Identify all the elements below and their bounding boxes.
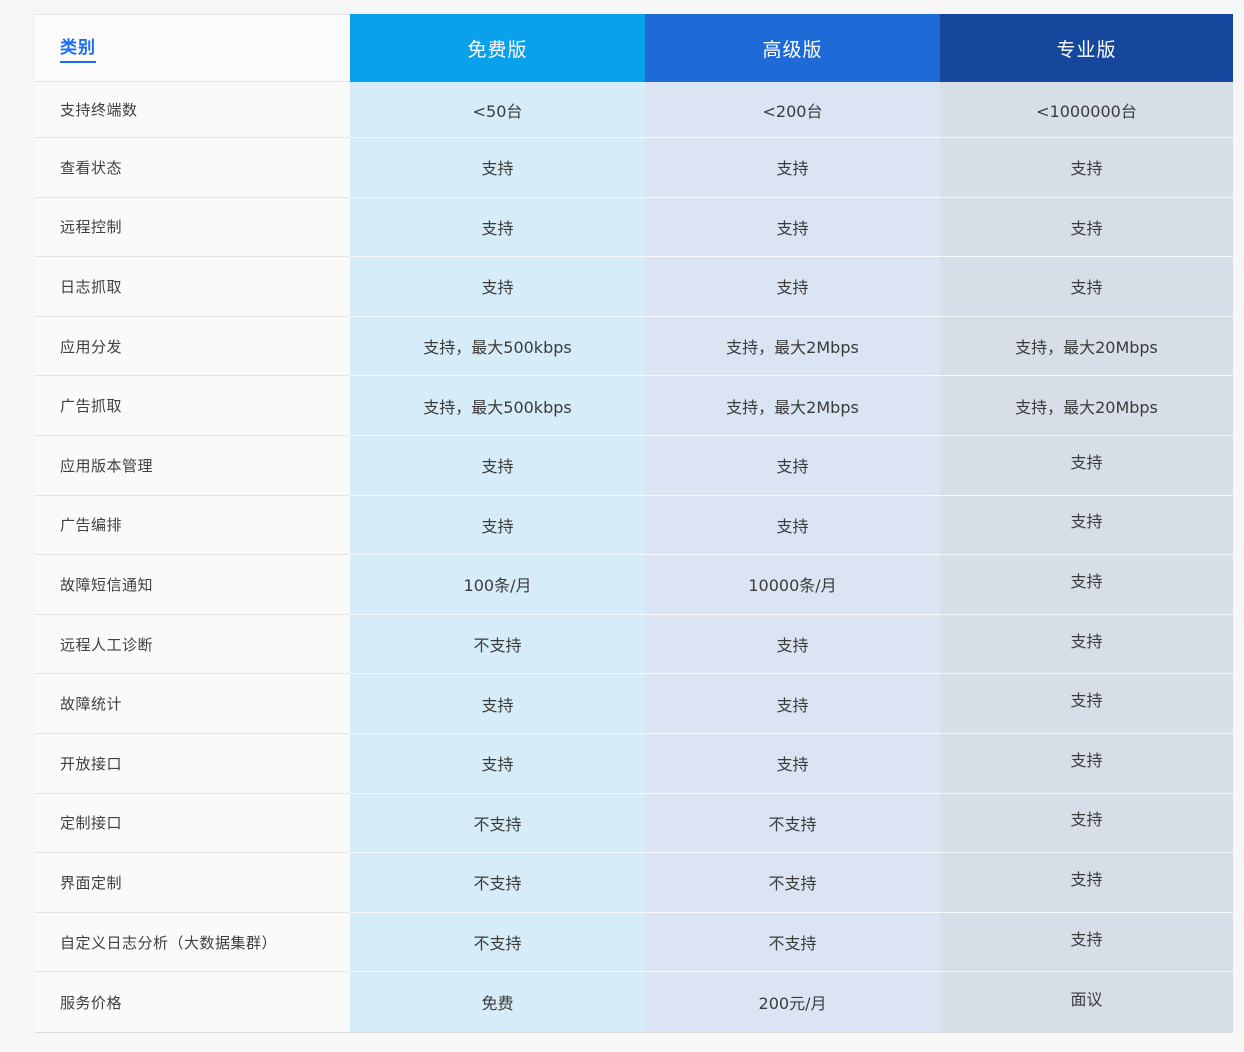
plan-value-premium: 支持，最大2Mbps xyxy=(645,376,940,436)
plan-value-professional: 支持 xyxy=(940,496,1233,556)
plan-value-professional: 支持 xyxy=(940,913,1233,973)
plan-value-free: 支持 xyxy=(350,138,645,198)
plan-value-professional: 支持 xyxy=(940,198,1233,258)
plan-value-free: 支持，最大500kbps xyxy=(350,376,645,436)
plan-value-premium: 支持 xyxy=(645,138,940,198)
feature-label: 广告编排 xyxy=(35,496,350,556)
plan-value-premium: 支持 xyxy=(645,615,940,675)
plan-value-premium: 支持 xyxy=(645,496,940,556)
plan-value-professional: 支持，最大20Mbps xyxy=(940,317,1233,377)
plan-value-free: <50台 xyxy=(350,82,645,138)
plan-value-premium: 200元/月 xyxy=(645,972,940,1032)
plan-value-premium: 支持 xyxy=(645,436,940,496)
plan-value-free: 免费 xyxy=(350,972,645,1032)
plan-value-premium: 支持 xyxy=(645,198,940,258)
plan-value-professional: 支持 xyxy=(940,138,1233,198)
plan-value-professional: 支持，最大20Mbps xyxy=(940,376,1233,436)
table-row: 服务价格 免费 200元/月 面议 xyxy=(35,972,1233,1032)
feature-label: 自定义日志分析（大数据集群） xyxy=(35,913,350,973)
plan-value-premium: 支持，最大2Mbps xyxy=(645,317,940,377)
category-header-cell: 类别 xyxy=(35,14,350,82)
table-row: 远程控制 支持 支持 支持 xyxy=(35,198,1233,258)
feature-label: 界面定制 xyxy=(35,853,350,913)
feature-label: 支持终端数 xyxy=(35,82,350,138)
plan-value-premium: 支持 xyxy=(645,674,940,734)
plan-value-free: 支持 xyxy=(350,198,645,258)
table-row: 查看状态 支持 支持 支持 xyxy=(35,138,1233,198)
plan-value-free: 不支持 xyxy=(350,794,645,854)
plan-value-professional: 支持 xyxy=(940,555,1233,615)
plan-value-free: 支持 xyxy=(350,436,645,496)
plan-value-premium: 10000条/月 xyxy=(645,555,940,615)
table-row: 应用分发 支持，最大500kbps 支持，最大2Mbps 支持，最大20Mbps xyxy=(35,317,1233,377)
table-row: 定制接口 不支持 不支持 支持 xyxy=(35,794,1233,854)
plan-value-professional: 支持 xyxy=(940,436,1233,496)
plan-value-premium: 不支持 xyxy=(645,853,940,913)
plan-value-free: 支持 xyxy=(350,257,645,317)
plan-header-cell: 专业版 xyxy=(940,14,1233,82)
plan-value-free: 支持 xyxy=(350,496,645,556)
feature-label: 服务价格 xyxy=(35,972,350,1032)
feature-label: 定制接口 xyxy=(35,794,350,854)
plan-value-premium: <200台 xyxy=(645,82,940,138)
plan-value-professional: 支持 xyxy=(940,257,1233,317)
plan-value-premium: 支持 xyxy=(645,257,940,317)
table-row: 远程人工诊断 不支持 支持 支持 xyxy=(35,615,1233,675)
table-bottom-divider xyxy=(35,1032,1233,1033)
plan-value-free: 100条/月 xyxy=(350,555,645,615)
table-row: 广告编排 支持 支持 支持 xyxy=(35,496,1233,556)
table-header-row: 类别 免费版高级版专业版 xyxy=(35,14,1233,82)
plan-value-premium: 支持 xyxy=(645,734,940,794)
category-header-label: 类别 xyxy=(60,33,96,63)
table-row: 故障统计 支持 支持 支持 xyxy=(35,674,1233,734)
plan-value-professional: 面议 xyxy=(940,972,1233,1032)
feature-label: 应用版本管理 xyxy=(35,436,350,496)
plan-value-free: 不支持 xyxy=(350,853,645,913)
feature-label: 故障短信通知 xyxy=(35,555,350,615)
feature-label: 日志抓取 xyxy=(35,257,350,317)
plan-value-free: 支持 xyxy=(350,734,645,794)
plan-header-cell: 高级版 xyxy=(645,14,940,82)
feature-label: 广告抓取 xyxy=(35,376,350,436)
plan-value-professional: 支持 xyxy=(940,853,1233,913)
feature-label: 查看状态 xyxy=(35,138,350,198)
plan-value-free: 支持 xyxy=(350,674,645,734)
plan-value-free: 支持，最大500kbps xyxy=(350,317,645,377)
plan-header-cell: 免费版 xyxy=(350,14,645,82)
table-body: 支持终端数 <50台 <200台 <1000000台 查看状态 支持 支持 支持… xyxy=(35,82,1233,1032)
feature-label: 远程控制 xyxy=(35,198,350,258)
plan-value-professional: 支持 xyxy=(940,615,1233,675)
feature-label: 故障统计 xyxy=(35,674,350,734)
plan-value-free: 不支持 xyxy=(350,913,645,973)
table-row: 自定义日志分析（大数据集群） 不支持 不支持 支持 xyxy=(35,913,1233,973)
table-row: 应用版本管理 支持 支持 支持 xyxy=(35,436,1233,496)
plan-value-professional: 支持 xyxy=(940,734,1233,794)
plan-value-premium: 不支持 xyxy=(645,913,940,973)
plan-value-free: 不支持 xyxy=(350,615,645,675)
table-row: 日志抓取 支持 支持 支持 xyxy=(35,257,1233,317)
plan-value-professional: 支持 xyxy=(940,794,1233,854)
feature-label: 应用分发 xyxy=(35,317,350,377)
pricing-comparison-table: 类别 免费版高级版专业版 支持终端数 <50台 <200台 <1000000台 … xyxy=(35,14,1233,1033)
table-row: 支持终端数 <50台 <200台 <1000000台 xyxy=(35,82,1233,138)
table-row: 开放接口 支持 支持 支持 xyxy=(35,734,1233,794)
plan-value-premium: 不支持 xyxy=(645,794,940,854)
table-row: 界面定制 不支持 不支持 支持 xyxy=(35,853,1233,913)
plan-value-professional: <1000000台 xyxy=(940,82,1233,138)
plan-value-professional: 支持 xyxy=(940,674,1233,734)
table-row: 广告抓取 支持，最大500kbps 支持，最大2Mbps 支持，最大20Mbps xyxy=(35,376,1233,436)
table-row: 故障短信通知 100条/月 10000条/月 支持 xyxy=(35,555,1233,615)
feature-label: 远程人工诊断 xyxy=(35,615,350,675)
feature-label: 开放接口 xyxy=(35,734,350,794)
